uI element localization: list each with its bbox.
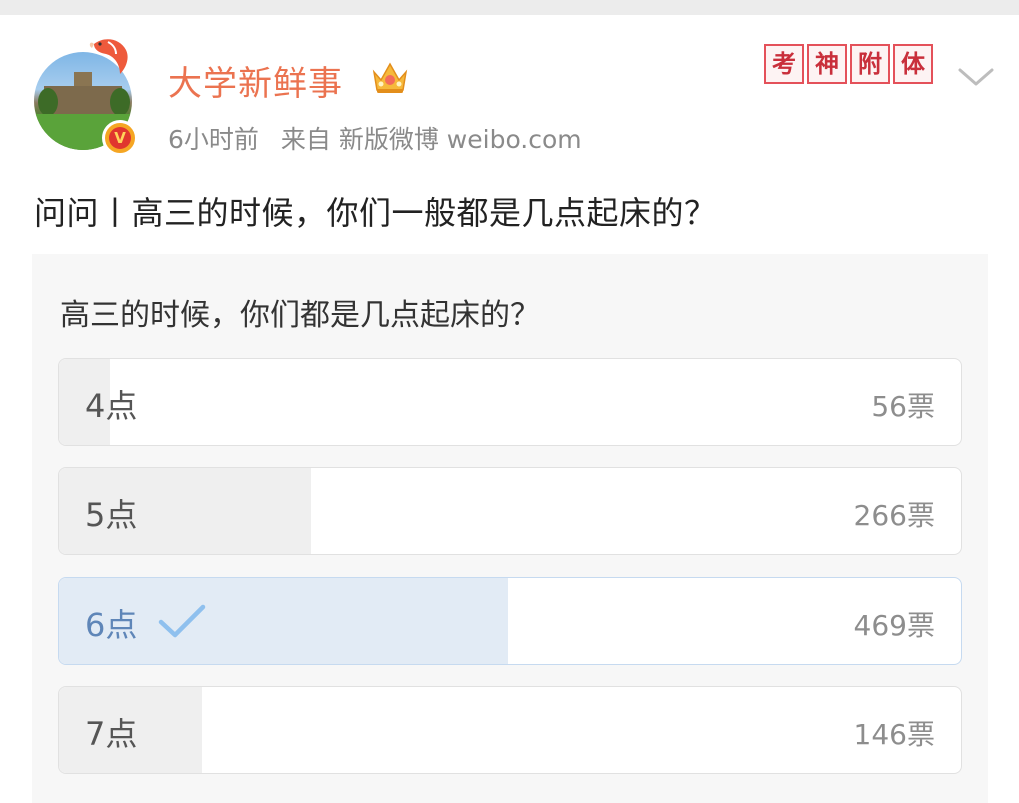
- crown-icon[interactable]: [370, 58, 410, 96]
- poll-option-votes: 56票: [871, 390, 935, 423]
- post-text: 问问丨高三的时候，你们一般都是几点起床的？: [34, 194, 717, 232]
- stamp-char: 体: [893, 44, 933, 84]
- badge-stamp: 考 神 附 体: [764, 44, 933, 84]
- poll-option[interactable]: 6点 469票: [58, 577, 962, 665]
- post-meta: 6小时前 来自 新版微博 weibo.com: [168, 120, 582, 156]
- avatar[interactable]: V: [34, 39, 138, 156]
- top-separator: [0, 0, 1019, 15]
- stamp-char: 附: [850, 44, 890, 84]
- poll-card: 高三的时候，你们都是几点起床的？ 4点 56票 5点 266票 6点 469票 …: [32, 254, 988, 803]
- username[interactable]: 大学新鲜事: [168, 56, 343, 105]
- poll-option-votes: 266票: [853, 499, 935, 532]
- poll-question: 高三的时候，你们都是几点起床的？: [60, 298, 540, 333]
- poll-option[interactable]: 4点 56票: [58, 358, 962, 446]
- chevron-down-icon[interactable]: [956, 64, 996, 90]
- stamp-char: 考: [764, 44, 804, 84]
- stamp-char: 神: [807, 44, 847, 84]
- poll-option-label: 7点: [85, 715, 138, 753]
- poll-option-label: 4点: [85, 387, 138, 425]
- poll-option-label: 5点: [85, 496, 138, 534]
- poll-option[interactable]: 7点 146票: [58, 686, 962, 774]
- checkmark-icon: [158, 604, 206, 638]
- poll-option[interactable]: 5点 266票: [58, 467, 962, 555]
- post-source: 来自 新版微博 weibo.com: [280, 125, 582, 154]
- poll-option-label: 6点: [85, 606, 138, 644]
- koi-fish-icon: [89, 39, 128, 74]
- post-time: 6小时前: [168, 125, 259, 154]
- poll-option-votes: 469票: [853, 609, 935, 642]
- poll-option-votes: 146票: [853, 718, 935, 751]
- verified-badge-icon: V: [102, 120, 138, 156]
